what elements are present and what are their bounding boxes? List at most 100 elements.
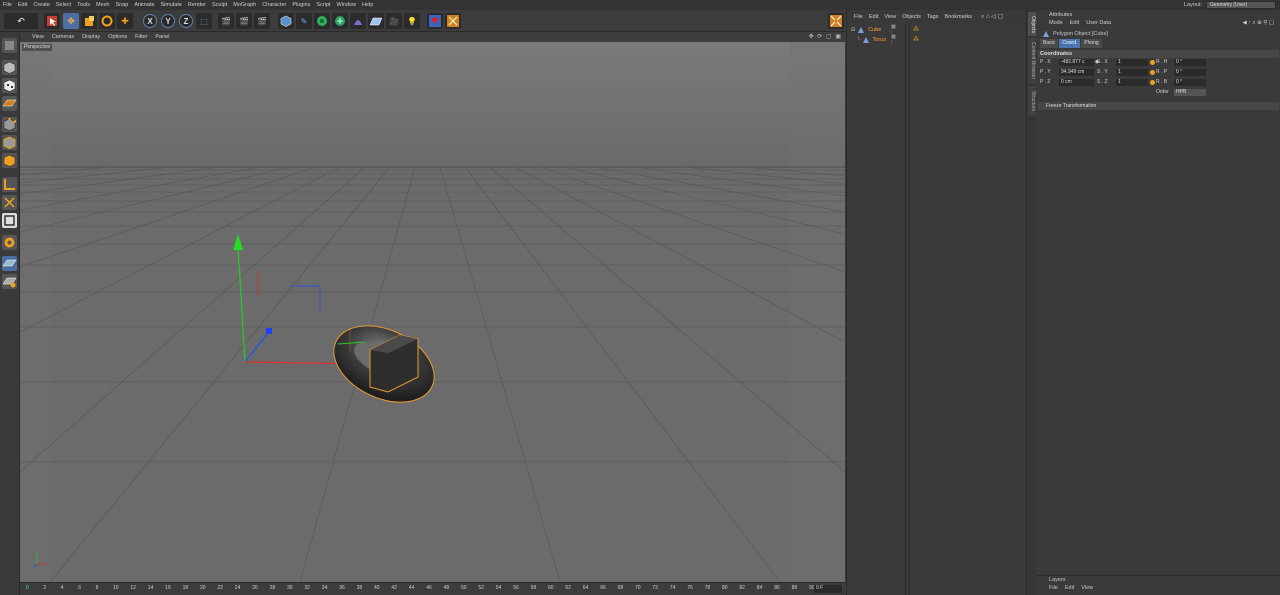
objects-menu-bookmarks[interactable]: Bookmarks: [941, 14, 975, 20]
locked-workplane-button[interactable]: [2, 256, 17, 271]
object-row-cube[interactable]: ⊟ Cube ▩ ⁝ ⁂: [851, 24, 919, 36]
add-subdivision-button[interactable]: [314, 13, 330, 29]
current-frame-field[interactable]: 0 F: [814, 585, 842, 593]
menu-character[interactable]: Character: [259, 2, 289, 8]
menu-snap[interactable]: Snap: [112, 2, 131, 8]
add-array-button[interactable]: [332, 13, 348, 29]
tab-basic[interactable]: Basic: [1040, 39, 1059, 48]
p-y-field[interactable]: 94.949 cm: [1059, 69, 1094, 76]
menu-simulate[interactable]: Simulate: [158, 2, 185, 8]
attributes-menu-user-data[interactable]: User Data: [1086, 20, 1111, 29]
p-z-field[interactable]: 0 cm: [1059, 79, 1094, 86]
axis-y-toggle[interactable]: Y: [161, 14, 175, 28]
tab-content-browser[interactable]: Content Browser: [1028, 38, 1036, 84]
viewport-solo-button[interactable]: [2, 213, 17, 228]
render-view-button[interactable]: 🎬: [218, 13, 234, 29]
edges-mode-button[interactable]: [2, 135, 17, 150]
axis-z-toggle[interactable]: Z: [179, 14, 193, 28]
viewport-layout-button[interactable]: [828, 13, 844, 29]
texture-mode-button[interactable]: [2, 78, 17, 93]
menu-file[interactable]: File: [0, 2, 15, 8]
s-x-field[interactable]: 1: [1116, 59, 1148, 66]
expand-icon[interactable]: ⊟: [851, 27, 855, 33]
s-y-field[interactable]: 1: [1116, 69, 1148, 76]
freeze-transformation-section[interactable]: Freeze Transformation: [1038, 102, 1279, 110]
layers-menu-file[interactable]: File: [1049, 585, 1058, 591]
add-cube-button[interactable]: [278, 13, 294, 29]
menu-render[interactable]: Render: [185, 2, 209, 8]
enable-axis-button[interactable]: [2, 177, 17, 192]
tab-structure[interactable]: Structure: [1028, 86, 1036, 116]
viewport-nav-controls[interactable]: ✥ ⟳ ▢ ▣: [809, 33, 842, 40]
visibility-dots-icon[interactable]: ▩ ⁝: [891, 34, 896, 46]
add-pen-button[interactable]: ✎: [296, 13, 312, 29]
viewport-menu-display[interactable]: Display: [78, 34, 104, 40]
snap-button[interactable]: [427, 13, 443, 29]
camera-label[interactable]: Perspective: [22, 44, 53, 51]
objects-search-icon[interactable]: ⌕ ⌂ ◁ ▢: [981, 13, 1003, 21]
add-camera-button[interactable]: 🎥: [386, 13, 402, 29]
menu-help[interactable]: Help: [359, 2, 376, 8]
rotate-tool-button[interactable]: [99, 13, 115, 29]
coordinate-system-button[interactable]: ⬚: [196, 13, 212, 29]
menu-edit[interactable]: Edit: [15, 2, 30, 8]
objects-menu-objects[interactable]: Objects: [899, 14, 924, 20]
transform-tool-button[interactable]: ✚: [117, 13, 133, 29]
menu-select[interactable]: Select: [53, 2, 74, 8]
keyframe-dot-icon[interactable]: [1150, 70, 1155, 75]
tab-phong[interactable]: Phong: [1081, 39, 1102, 48]
p-x-field[interactable]: -482.877 c: [1059, 59, 1094, 66]
object-row-torus[interactable]: └ Torus ▩ ⁝ ⁂: [851, 34, 919, 46]
tab-coord[interactable]: Coord.: [1059, 39, 1081, 48]
objects-menu-view[interactable]: View: [881, 14, 899, 20]
keyframe-dot-icon[interactable]: [1150, 60, 1155, 65]
keyframe-dot-icon[interactable]: [1150, 80, 1155, 85]
menu-plugins[interactable]: Plugins: [289, 2, 313, 8]
attributes-nav-icons[interactable]: ◀ ↑ ⌕ ⊕ ⚲ ▢: [1242, 20, 1274, 29]
viewport-menu-panel[interactable]: Panel: [151, 34, 173, 40]
menu-mograph[interactable]: MoGraph: [230, 2, 259, 8]
menu-sculpt[interactable]: Sculpt: [209, 2, 230, 8]
viewport-menu-filter[interactable]: Filter: [131, 34, 151, 40]
viewport-menu-cameras[interactable]: Cameras: [48, 34, 78, 40]
layers-menu-view[interactable]: View: [1081, 585, 1093, 591]
tab-objects[interactable]: Objects: [1028, 12, 1036, 36]
planar-workplane-button[interactable]: [2, 274, 17, 289]
order-dropdown[interactable]: HPB: [1174, 89, 1206, 96]
add-deformer-button[interactable]: [350, 13, 366, 29]
menu-animate[interactable]: Animate: [131, 2, 157, 8]
menu-tools[interactable]: Tools: [74, 2, 93, 8]
add-light-button[interactable]: 💡: [404, 13, 420, 29]
objects-menu-tags[interactable]: Tags: [924, 14, 942, 20]
attributes-menu-mode[interactable]: Mode: [1049, 20, 1063, 29]
move-tool-button[interactable]: ✥: [63, 13, 79, 29]
snap-settings-button[interactable]: [2, 235, 17, 250]
object-name-torus[interactable]: Torus: [873, 37, 886, 43]
axis-x-toggle[interactable]: X: [143, 14, 157, 28]
objects-menu-edit[interactable]: Edit: [866, 14, 881, 20]
object-name-cube[interactable]: Cube: [868, 27, 881, 33]
tweak-mode-button[interactable]: [2, 195, 17, 210]
layout-dropdown[interactable]: Geometry (User): [1206, 1, 1276, 9]
polygons-mode-button[interactable]: [2, 153, 17, 168]
add-floor-button[interactable]: [368, 13, 384, 29]
render-picture-viewer-button[interactable]: 🎬: [236, 13, 252, 29]
s-z-field[interactable]: 1: [1116, 79, 1148, 86]
perspective-viewport[interactable]: Perspective: [20, 42, 845, 582]
scale-tool-button[interactable]: [81, 13, 97, 29]
r-b-field[interactable]: 0 °: [1174, 79, 1206, 86]
objects-menu-file[interactable]: File: [851, 14, 866, 20]
points-mode-button[interactable]: [2, 117, 17, 132]
workplane-button[interactable]: [445, 13, 461, 29]
menu-window[interactable]: Window: [333, 2, 359, 8]
viewport-menu-view[interactable]: View: [28, 34, 48, 40]
make-editable-button[interactable]: [2, 38, 17, 53]
attributes-menu-edit[interactable]: Edit: [1070, 20, 1079, 29]
r-h-field[interactable]: 0 °: [1174, 59, 1206, 66]
timeline[interactable]: 0 2 4 6 8 10 12 14 16 18 20 22 24 26 28 30 32 34 36 38 40 42 4…: [20, 582, 846, 595]
r-p-field[interactable]: 0 °: [1174, 69, 1206, 76]
undo-button[interactable]: ↶: [4, 13, 38, 29]
model-mode-button[interactable]: [2, 60, 17, 75]
phong-tag-icon[interactable]: ⁂: [913, 36, 919, 43]
phong-tag-icon[interactable]: ⁂: [913, 26, 919, 33]
